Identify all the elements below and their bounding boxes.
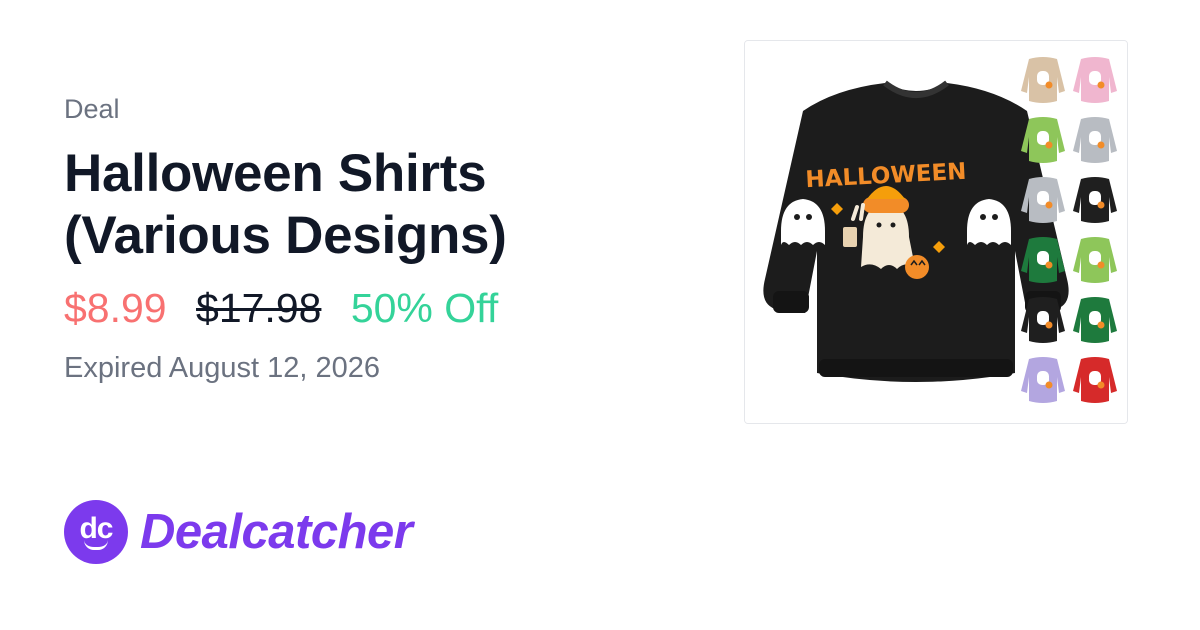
product-image[interactable]: HALLOWEEN xyxy=(744,40,1128,424)
product-photo: HALLOWEEN xyxy=(745,41,1127,423)
logo-smile xyxy=(84,540,108,550)
original-price: $17.98 xyxy=(196,285,322,331)
price-row: $8.99 $17.98 50% Off xyxy=(64,284,498,332)
deal-title[interactable]: Halloween Shirts (Various Designs) xyxy=(64,143,684,267)
expiry-date: Expired August 12, 2026 xyxy=(64,352,381,384)
sale-price: $8.99 xyxy=(64,285,167,331)
brand-name: Dealcatcher xyxy=(140,505,413,559)
brand-lockup[interactable]: dc Dealcatcher xyxy=(64,500,413,564)
dealcatcher-logo-icon: dc xyxy=(64,500,128,564)
discount-badge: 50% Off xyxy=(350,285,499,331)
deal-label: Deal xyxy=(64,94,120,124)
